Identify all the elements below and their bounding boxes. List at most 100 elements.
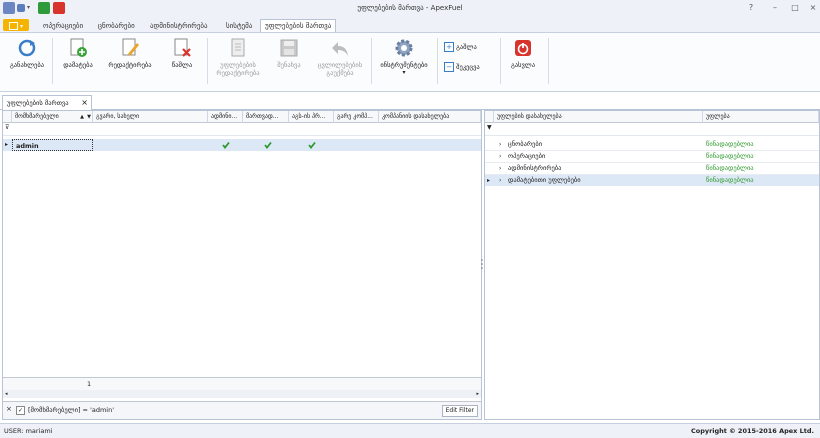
edit-rights-label-2: რედაქტირება <box>216 69 260 77</box>
managed-check-icon <box>264 141 272 149</box>
close-tab-icon[interactable]: × <box>81 96 88 110</box>
horizontal-scrollbar[interactable]: ◂ ▸ <box>3 390 481 398</box>
tree-row[interactable]: › ადმინისტრირება წინადადებლია <box>485 163 819 175</box>
auto-filter-row[interactable]: ⊽ <box>3 123 481 136</box>
right-name: ოპერაციები <box>508 152 546 160</box>
tools-button[interactable]: ინსტრუმენტები ▾ <box>374 38 434 77</box>
exit-label: გასვლა <box>510 61 536 69</box>
auto-filter-row[interactable]: ▼ <box>485 123 819 136</box>
expand-node-icon[interactable]: › <box>499 175 501 186</box>
expand-label: გაშლა <box>456 43 477 51</box>
tree-row[interactable]: ▸ › დამატებითი უფლებები წინადადებლია <box>485 175 819 186</box>
expand-icon: + <box>444 42 454 52</box>
ags-check-icon <box>308 141 316 149</box>
splitter-handle[interactable] <box>481 258 483 270</box>
filter-row-icon: ⊽ <box>5 124 10 131</box>
edit-filter-button[interactable]: Edit Filter <box>441 405 478 417</box>
tab-references[interactable]: ცნობარები <box>98 20 135 32</box>
filter-row-icon: ▼ <box>487 124 492 131</box>
add-button[interactable]: დამატება <box>56 38 100 69</box>
column-header-external[interactable]: გარე კომპ... <box>334 111 379 123</box>
column-header-company[interactable]: კომპანიის დასახელება <box>379 111 481 123</box>
row-indicator-header <box>3 111 12 123</box>
cell-user[interactable]: admin <box>12 139 93 151</box>
document-tab-strip <box>0 93 820 110</box>
tab-rights-management[interactable]: უფლებების მართვა <box>260 19 337 33</box>
filter-enable-checkbox[interactable]: ✓ <box>16 406 25 415</box>
column-header-ags[interactable]: აგს-ის პრ... <box>289 111 334 123</box>
add-label: დამატება <box>63 61 93 69</box>
ribbon-divider <box>52 38 53 84</box>
right-value: წინადადებლია <box>706 164 754 172</box>
tab-operations[interactable]: ოპერაციები <box>43 20 83 32</box>
close-button[interactable]: × <box>806 2 820 14</box>
document-tab-label: უფლებების მართვა <box>7 99 69 107</box>
right-value: წინადადებლია <box>706 152 754 160</box>
help-icon[interactable]: ? <box>744 2 758 14</box>
column-header-fullname[interactable]: გვარი, სახელი <box>93 111 208 123</box>
minimize-button[interactable]: – <box>768 2 782 14</box>
rights-document-icon <box>228 38 248 58</box>
undo-icon <box>330 38 350 58</box>
right-name: დამატებითი უფლებები <box>508 176 581 184</box>
collapse-button[interactable]: − შეკეცვა <box>444 62 496 72</box>
ribbon-divider <box>437 38 438 84</box>
gear-icon <box>394 38 414 58</box>
expand-node-icon[interactable]: › <box>499 151 501 162</box>
edit-label: რედაქტირება <box>108 61 152 69</box>
save-button[interactable]: შენახვა <box>270 38 308 69</box>
right-value: წინადადებლია <box>706 176 754 184</box>
expand-node-icon[interactable]: › <box>499 139 501 150</box>
filter-expression: [მომხმარებელი] = 'admin' <box>28 406 115 414</box>
right-name: ადმინისტრირება <box>508 164 562 172</box>
edit-button[interactable]: რედაქტირება <box>104 38 156 69</box>
delete-label: წაშლა <box>171 61 193 69</box>
row-count: 1 <box>87 380 92 388</box>
rights-grid: უფლების დასახელება უფლება ▼ › ცნობარები … <box>484 110 820 420</box>
scroll-right-icon[interactable]: ▸ <box>476 390 479 398</box>
current-user: USER: mariami <box>4 427 53 435</box>
refresh-button[interactable]: განახლება <box>4 38 50 69</box>
copyright: Copyright © 2015-2016 Apex Ltd. <box>690 427 814 435</box>
row-indicator-icon: ▸ <box>5 141 9 148</box>
column-header-managed[interactable]: მართვად... <box>243 111 289 123</box>
document-tab[interactable]: უფლებების მართვა × <box>2 95 92 110</box>
table-row[interactable]: ▸ admin <box>3 139 481 151</box>
tab-administration[interactable]: ადმინისტრირება <box>150 20 208 32</box>
column-header-right-name[interactable]: უფლების დასახელება <box>494 111 703 123</box>
scroll-left-icon[interactable]: ◂ <box>5 390 8 398</box>
column-header-right-value[interactable]: უფლება <box>703 111 819 123</box>
edit-rights-button[interactable]: უფლებების რედაქტირება <box>210 38 266 77</box>
filter-panel: × ✓ [მომხმარებელი] = 'admin' Edit Filter <box>3 401 481 419</box>
ribbon-divider <box>548 38 549 84</box>
filter-icon[interactable]: ▼ <box>87 111 91 122</box>
users-grid: მომხმარებელი ▲ ▼ გვარი, სახელი ადმინი...… <box>2 110 482 420</box>
collapse-label: შეკეცვა <box>456 63 480 71</box>
expand-button[interactable]: + გაშლა <box>444 42 492 52</box>
status-bar: USER: mariami Copyright © 2015-2016 Apex… <box>0 423 820 438</box>
cancel-changes-button[interactable]: ცვლილებების გაუქმება <box>312 38 368 77</box>
right-name: ცნობარები <box>508 140 543 148</box>
column-header-admin[interactable]: ადმინი... <box>208 111 243 123</box>
save-label: შენახვა <box>277 61 301 69</box>
right-value: წინადადებლია <box>706 140 754 148</box>
chevron-down-icon: ▾ <box>402 69 406 76</box>
exit-button[interactable]: გასვლა <box>505 38 541 69</box>
clear-filter-icon[interactable]: × <box>6 405 12 413</box>
row-indicator-header <box>485 111 494 123</box>
tree-row[interactable]: › ოპერაციები წინადადებლია <box>485 151 819 163</box>
column-header-user[interactable]: მომხმარებელი ▲ ▼ <box>12 111 93 123</box>
cancel-changes-label-1: ცვლილებების <box>317 61 363 69</box>
maximize-button[interactable]: □ <box>788 2 802 14</box>
power-icon <box>513 38 533 58</box>
expand-node-icon[interactable]: › <box>499 163 501 174</box>
delete-document-icon <box>172 38 192 58</box>
application-menu-button[interactable]: ▾ <box>3 19 29 31</box>
refresh-label: განახლება <box>9 61 45 69</box>
ribbon-divider <box>207 38 208 84</box>
add-document-icon <box>68 38 88 58</box>
delete-button[interactable]: წაშლა <box>160 38 204 69</box>
tree-row[interactable]: › ცნობარები წინადადებლია <box>485 139 819 151</box>
ribbon-divider <box>500 38 501 84</box>
tab-system[interactable]: სისტემა <box>226 20 252 32</box>
